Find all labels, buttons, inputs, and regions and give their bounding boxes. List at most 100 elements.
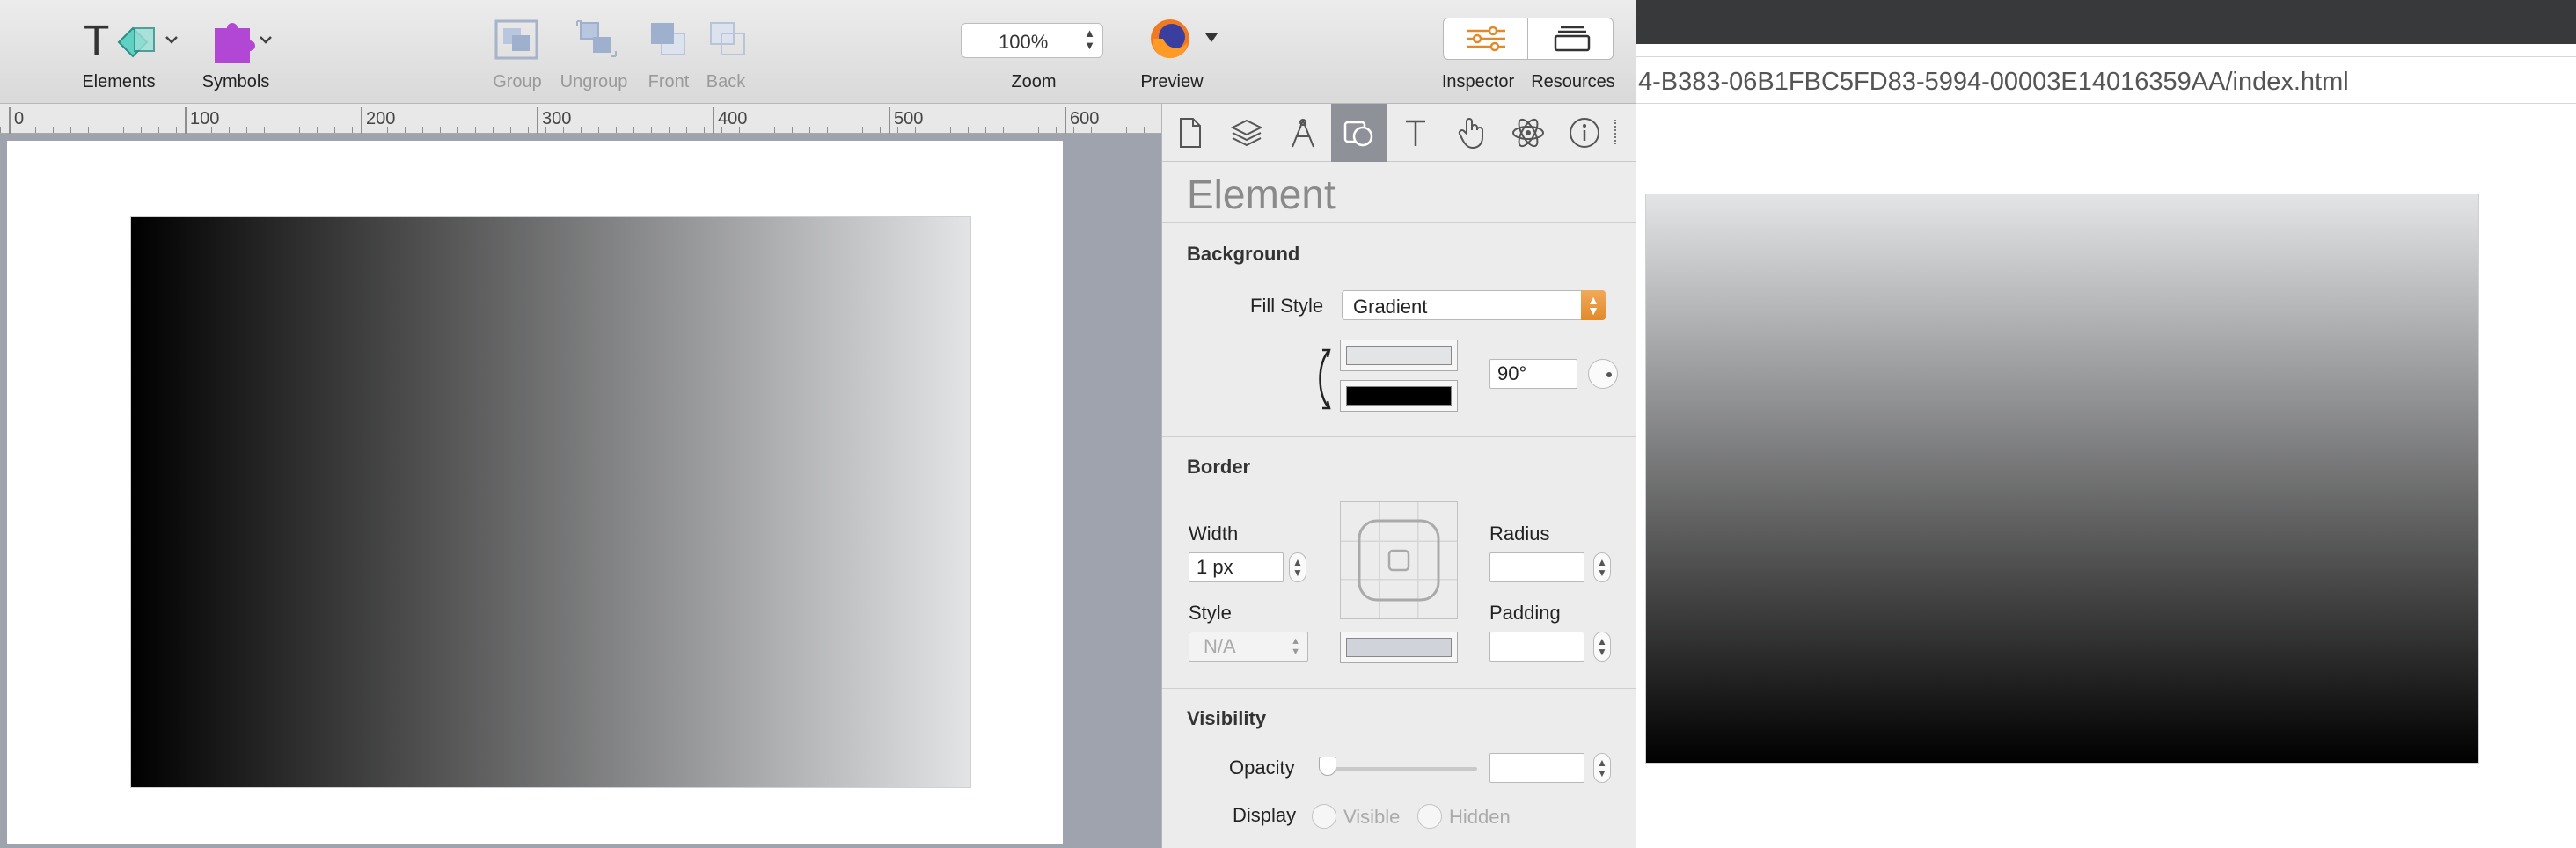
symbols-button[interactable] [208,16,278,69]
gradient-angle-field[interactable]: 90° [1489,359,1577,389]
puzzle-icon [215,23,272,63]
elements-button[interactable]: T [79,16,185,69]
angle-dial-dot [1606,372,1612,377]
ruler-tick [9,107,11,134]
address-bar[interactable]: 4-B383-06B1FBC5FD83-5994-00003E14016359A… [1636,56,2576,104]
radius-field[interactable] [1489,552,1584,582]
border-color-swatch[interactable] [1340,632,1458,663]
gradient-element[interactable] [130,216,971,788]
style-icon[interactable] [1331,104,1387,162]
swap-gradient-icon[interactable] [1314,345,1336,413]
ungroup-label: Ungroup [560,72,628,91]
inspector-toggle[interactable] [1444,18,1528,59]
layers-icon[interactable] [1218,104,1275,162]
divider [1162,222,1637,223]
border-section-title: Border [1187,456,1251,478]
divider [1162,688,1637,689]
group-button[interactable] [491,16,544,69]
select-arrows-icon: ▲ ▼ [1291,636,1300,657]
display-hidden-radio[interactable] [1417,804,1442,829]
ungroup-button[interactable] [572,16,625,69]
canvas-area[interactable] [0,134,1161,848]
fill-style-value: Gradient [1353,296,1428,318]
gradient-end-color [1346,386,1452,406]
symbols-label: Symbols [201,72,270,91]
display-hidden-label: Hidden [1449,806,1511,828]
ruler-tick [185,107,187,134]
actions-icon[interactable] [1444,104,1500,162]
send-back-icon [710,22,745,55]
document-icon[interactable] [1162,104,1218,162]
preview-gradient-element [1645,194,2479,764]
angle-dial[interactable] [1588,359,1618,389]
border-style-select[interactable]: N/A ▲ ▼ [1189,632,1308,662]
page-canvas[interactable] [7,141,1063,844]
svg-text:T: T [84,18,109,64]
ruler-tick-label: 100 [190,109,220,128]
back-label: Back [706,72,746,91]
zoom-field[interactable]: 100% ▲ ▼ [961,23,1103,58]
divider [1162,436,1637,437]
ruler-tick-label: 300 [542,109,572,128]
inspector-label: Inspector [1441,72,1515,91]
opacity-slider-track[interactable] [1321,767,1477,771]
firefox-icon [1151,19,1218,59]
background-section-title: Background [1187,243,1300,265]
border-width-label: Width [1189,523,1239,545]
display-label: Display [1233,804,1297,826]
gradient-end-swatch[interactable] [1340,380,1458,412]
opacity-stepper[interactable]: ▲ ▼ [1593,753,1611,783]
browser-titlebar [1636,0,2576,44]
opacity-slider-knob[interactable] [1319,757,1336,776]
front-label: Front [648,72,690,91]
inspector-resources-segment [1443,18,1614,60]
fill-style-label: Fill Style [1250,295,1324,317]
ruler-tick [537,107,538,134]
fill-style-select[interactable]: Gradient ▲ ▼ [1342,290,1606,320]
stack-icon [1554,26,1591,52]
info-icon[interactable] [1556,104,1613,162]
display-visible-label: Visible [1343,806,1401,828]
zoom-stepper-icon[interactable]: ▲ ▼ [1084,27,1095,52]
border-sides-selector[interactable] [1340,501,1458,619]
resources-label: Resources [1531,72,1615,91]
display-visible-radio[interactable] [1312,804,1336,829]
inspector-tabs [1162,104,1637,162]
ungroup-icon [576,20,617,57]
visibility-section-title: Visibility [1187,707,1267,729]
resources-toggle[interactable] [1529,18,1613,59]
bring-front-icon [651,23,685,55]
group-label: Group [493,72,542,91]
inspector-panel: Element Background Fill Style Gradient ▲… [1161,104,1637,848]
ruler-tick-label: 400 [718,109,748,128]
padding-stepper[interactable]: ▲ ▼ [1593,632,1611,662]
text-icon[interactable] [1387,104,1444,162]
horizontal-ruler: 0 100 200 300 400 500 600 [0,104,1161,134]
back-button[interactable] [704,16,757,69]
atom-icon[interactable] [1500,104,1556,162]
browser-content [1636,104,2576,848]
zoom-value: 100% [999,31,1049,53]
preview-button[interactable] [1147,16,1226,69]
metrics-icon[interactable] [1275,104,1331,162]
opacity-label: Opacity [1229,757,1295,779]
sliders-icon [1467,26,1505,52]
gradient-start-color [1346,346,1452,365]
ruler-tick [361,107,362,134]
front-button[interactable] [644,16,697,69]
radius-label: Radius [1489,523,1550,545]
border-width-field[interactable]: 1 px [1189,552,1284,582]
more-tabs-handle[interactable] [1614,120,1620,144]
padding-field[interactable] [1489,632,1584,662]
border-width-stepper[interactable]: ▲ ▼ [1289,552,1306,582]
browser-window: 4-B383-06B1FBC5FD83-5994-00003E14016359A… [1636,0,2576,848]
ruler-tick [889,107,890,134]
select-arrows-icon: ▲ ▼ [1581,290,1606,320]
gradient-start-swatch[interactable] [1340,340,1458,371]
address-bar-text: 4-B383-06B1FBC5FD83-5994-00003E14016359A… [1638,68,2349,96]
radius-stepper[interactable]: ▲ ▼ [1593,552,1611,582]
opacity-field[interactable] [1489,753,1584,783]
border-style-label: Style [1189,602,1232,624]
ruler-tick-label: 600 [1070,109,1100,128]
ruler-tick-label: 500 [894,109,924,128]
